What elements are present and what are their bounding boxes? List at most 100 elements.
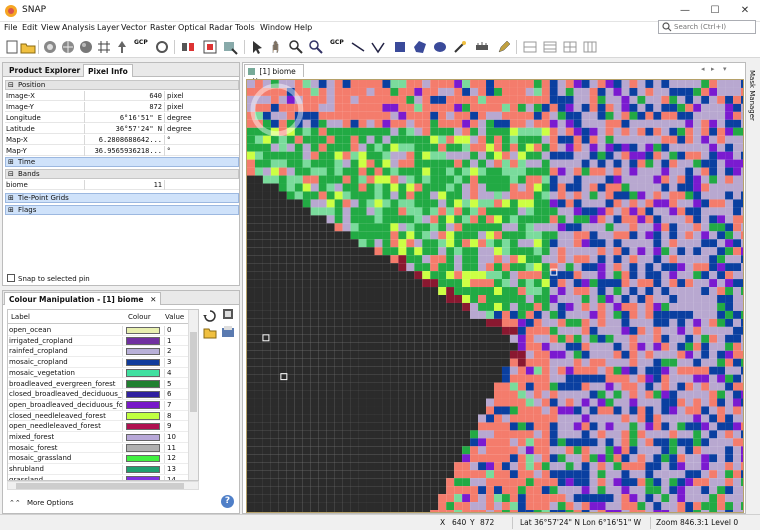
menu-radar[interactable]: Radar: [209, 23, 233, 32]
overlay-icon[interactable]: [154, 39, 170, 55]
ellipse-tool-icon[interactable]: [432, 39, 448, 55]
colour-swatch[interactable]: [126, 401, 160, 409]
graticule-icon[interactable]: [96, 39, 112, 55]
row-value[interactable]: 11: [164, 443, 188, 453]
menu-layer[interactable]: Layer: [97, 23, 119, 32]
colour-swatch[interactable]: [126, 454, 160, 463]
menu-tools[interactable]: Tools: [235, 23, 255, 32]
pan-tool-icon[interactable]: [268, 39, 284, 55]
row-value[interactable]: 3: [164, 358, 188, 368]
row-label[interactable]: closed_needleleaved_forest: [9, 411, 123, 421]
mask-manager-strip[interactable]: Mask Manager: [746, 62, 760, 514]
tile-evenly-icon[interactable]: [522, 39, 538, 55]
close-button[interactable]: ✕: [730, 0, 760, 22]
scroll-thumb[interactable]: [16, 483, 184, 489]
search-input[interactable]: [674, 22, 754, 32]
vertical-scrollbar[interactable]: [188, 310, 198, 480]
colour-swatch[interactable]: [126, 380, 160, 388]
row-label[interactable]: open_ocean: [9, 326, 123, 335]
world-map-icon[interactable]: [78, 39, 94, 55]
bands-section-header[interactable]: ⊟ Bands: [5, 169, 239, 179]
row-value[interactable]: 4: [164, 368, 188, 378]
table-row[interactable]: rainfed_cropland 2: [8, 346, 190, 358]
magic-wand-icon[interactable]: [452, 39, 468, 55]
colour-swatch[interactable]: [126, 347, 160, 356]
sync-cursor-icon[interactable]: [180, 39, 196, 55]
table-row[interactable]: mixed_forest 10: [8, 432, 190, 443]
row-value[interactable]: 2: [164, 347, 188, 357]
tab-product-explorer[interactable]: Product Explorer: [5, 64, 84, 77]
pin-placing-icon[interactable]: [308, 39, 324, 55]
colour-swatch[interactable]: [126, 465, 160, 474]
colour-swatch[interactable]: [126, 433, 160, 441]
gcp-tool-button[interactable]: GCP: [330, 39, 346, 55]
table-row[interactable]: open_broadleaved_deciduous_forest7: [8, 400, 190, 411]
row-label[interactable]: mosaic_grassland: [9, 454, 123, 464]
row-value[interactable]: 1: [164, 336, 188, 346]
colour-swatch[interactable]: [126, 422, 160, 431]
scroll-right-icon[interactable]: ▸: [711, 65, 715, 73]
menu-file[interactable]: File: [4, 23, 17, 32]
scroll-left-icon[interactable]: ◂: [701, 65, 705, 73]
checkbox-box[interactable]: [7, 274, 15, 282]
row-value[interactable]: 7: [164, 400, 188, 410]
line-tool-icon[interactable]: [350, 39, 366, 55]
row-label[interactable]: mosaic_forest: [9, 443, 123, 453]
snap-to-pin-checkbox[interactable]: Snap to selected pin: [7, 274, 90, 283]
time-section-header[interactable]: ⊞ Time: [5, 157, 239, 167]
table-row[interactable]: broadleaved_evergreen_forest 5: [8, 379, 190, 390]
menu-help[interactable]: Help: [294, 23, 312, 32]
colour-swatch[interactable]: [126, 390, 160, 399]
row-value[interactable]: 0: [164, 326, 188, 335]
header-value[interactable]: Value: [165, 313, 184, 321]
mask-manager-label[interactable]: Mask Manager: [748, 70, 756, 121]
menu-edit[interactable]: Edit: [22, 23, 38, 32]
tile-grid-icon[interactable]: [562, 39, 578, 55]
table-row[interactable]: open_needleleaved_forest 9: [8, 421, 190, 432]
close-tab-icon[interactable]: ✕: [150, 295, 156, 304]
menu-view[interactable]: View: [41, 23, 60, 32]
menu-analysis[interactable]: Analysis: [62, 23, 95, 32]
row-label[interactable]: broadleaved_evergreen_forest: [9, 379, 123, 389]
document-tab[interactable]: [1] biome ✕: [244, 64, 304, 85]
import-icon[interactable]: [203, 325, 217, 339]
row-value[interactable]: 9: [164, 422, 188, 432]
table-row[interactable]: mosaic_vegetation 4: [8, 368, 190, 379]
reset-icon[interactable]: [203, 309, 217, 323]
table-row[interactable]: open_ocean 0: [8, 325, 190, 336]
menu-raster[interactable]: Raster: [150, 23, 176, 32]
row-value[interactable]: 10: [164, 433, 188, 442]
colour-swatch[interactable]: [126, 444, 160, 452]
layers-icon[interactable]: [42, 39, 58, 55]
sync-views-icon[interactable]: [202, 39, 218, 55]
help-icon[interactable]: ?: [221, 495, 234, 508]
row-label[interactable]: irrigated_cropland: [9, 336, 123, 346]
table-row[interactable]: mosaic_forest 11: [8, 443, 190, 454]
scroll-thumb[interactable]: [190, 332, 197, 412]
colour-swatch[interactable]: [126, 412, 160, 420]
maximize-button[interactable]: ☐: [700, 0, 730, 22]
position-section-header[interactable]: ⊟ Position: [5, 80, 239, 90]
world-view-icon[interactable]: [60, 39, 76, 55]
row-value[interactable]: 12: [164, 454, 188, 464]
more-options-toggle[interactable]: ⌃⌃ More Options: [9, 499, 74, 507]
search-box[interactable]: [658, 20, 756, 34]
horizontal-scrollbar[interactable]: [7, 481, 199, 490]
row-label[interactable]: rainfed_cropland: [9, 347, 123, 357]
menu-optical[interactable]: Optical: [178, 23, 206, 32]
colour-swatch[interactable]: [126, 337, 160, 345]
row-label[interactable]: mixed_forest: [9, 433, 123, 442]
multi-apply-icon[interactable]: [221, 307, 235, 321]
header-label[interactable]: Label: [11, 313, 30, 321]
biome-map[interactable]: [246, 79, 744, 513]
tab-menu-icon[interactable]: ▾: [723, 65, 727, 73]
row-value[interactable]: 13: [164, 465, 188, 475]
row-label[interactable]: open_needleleaved_forest: [9, 422, 123, 432]
export-icon[interactable]: [221, 325, 235, 339]
flags-section-header[interactable]: ⊞ Flags: [5, 205, 239, 215]
gcp-manager-button[interactable]: GCP: [134, 39, 150, 55]
tab-pixel-info[interactable]: Pixel Info: [83, 64, 133, 77]
row-value[interactable]: 6: [164, 390, 188, 400]
table-row[interactable]: shrubland 13: [8, 464, 190, 475]
minimize-button[interactable]: —: [670, 0, 700, 22]
